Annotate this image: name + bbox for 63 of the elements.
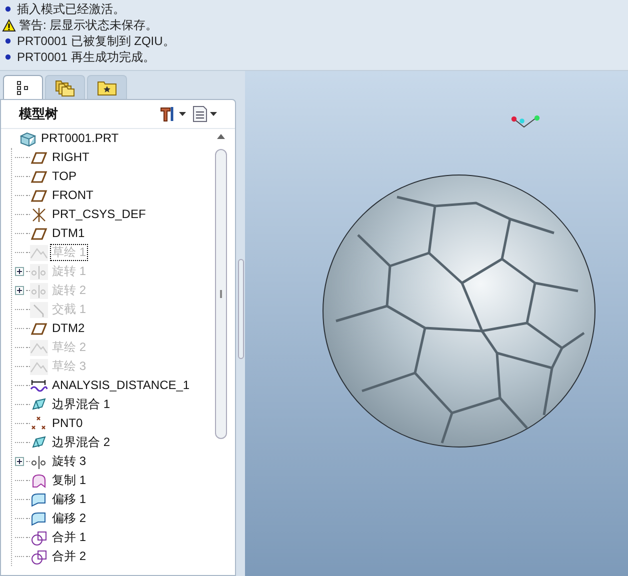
coordinate-system-icon [30,206,48,222]
tree-item[interactable]: 偏移 1 [51,492,88,507]
offset-surface-icon [30,510,48,526]
sketch-icon [30,340,48,356]
message-text: 插入模式已经激活。 [17,1,125,18]
show-dropdown[interactable] [192,105,217,123]
tree-item[interactable]: ANALYSIS_DISTANCE_1 [51,378,191,393]
revolve-icon [30,282,48,298]
scroll-up-icon[interactable] [217,133,225,139]
panel-title: 模型树 [19,105,58,124]
tree-item[interactable]: PNT0 [51,416,84,431]
datum-point-icon [30,416,48,432]
tree-item[interactable]: 旋转 3 [51,454,88,469]
tree-item[interactable]: 边界混合 1 [51,397,112,412]
copy-surface-icon [30,472,48,488]
boundary-surface-icon [30,396,48,412]
message-text: 警告: 层显示状态未保存。 [19,17,158,34]
scrollbar-thumb[interactable] [215,149,227,439]
tree-item[interactable]: 边界混合 2 [51,435,112,450]
message-text: PRT0001 已被复制到 ZQIU。 [17,33,175,50]
revolve-icon [30,454,48,470]
star-folder-icon [97,80,117,96]
merge-icon [30,530,48,546]
offset-surface-icon [30,492,48,508]
tree-structure-icon [16,80,30,96]
folders-icon [55,78,75,96]
navigator-tab[interactable] [3,75,43,99]
merge-icon [30,548,48,564]
tree-item[interactable]: 偏移 2 [51,511,88,526]
tree-item[interactable]: FRONT [51,188,94,203]
datum-plane-icon [30,168,48,184]
message-text: PRT0001 再生成功完成。 [17,49,155,66]
tree-item[interactable]: 合并 2 [51,549,88,564]
datum-plane-icon [30,226,48,242]
bullet-icon [5,6,11,12]
caret-icon [210,112,217,116]
datum-plane-icon [30,320,48,336]
tree-item[interactable]: RIGHT [51,150,90,165]
tree-item[interactable]: DTM2 [51,321,86,336]
warning-icon [2,18,16,32]
part-icon [19,130,37,146]
boundary-surface-icon [30,434,48,450]
revolve-icon [30,264,48,280]
sketch-icon [30,358,48,374]
sketch-icon [30,244,48,260]
tree-item[interactable]: TOP [51,169,78,184]
tree-item[interactable]: PRT_CSYS_DEF [51,207,147,222]
list-icon [192,105,208,123]
tools-dropdown[interactable] [159,105,186,123]
bullet-icon [5,54,11,60]
datum-plane-icon [30,188,48,204]
expand-toggle[interactable] [14,457,24,466]
coordinate-triad-icon [511,115,541,129]
caret-icon [179,112,186,116]
tree-item[interactable]: 合并 1 [51,530,88,545]
splitter-handle[interactable] [238,259,244,359]
bullet-icon [5,38,11,44]
datum-plane-icon [30,150,48,166]
tree-item[interactable]: PRT0001.PRT [40,131,120,146]
tree-item[interactable]: DTM1 [51,226,86,241]
intersect-icon [30,302,48,318]
tree-item[interactable]: 复制 1 [51,473,88,488]
distance-analysis-icon [30,378,48,394]
